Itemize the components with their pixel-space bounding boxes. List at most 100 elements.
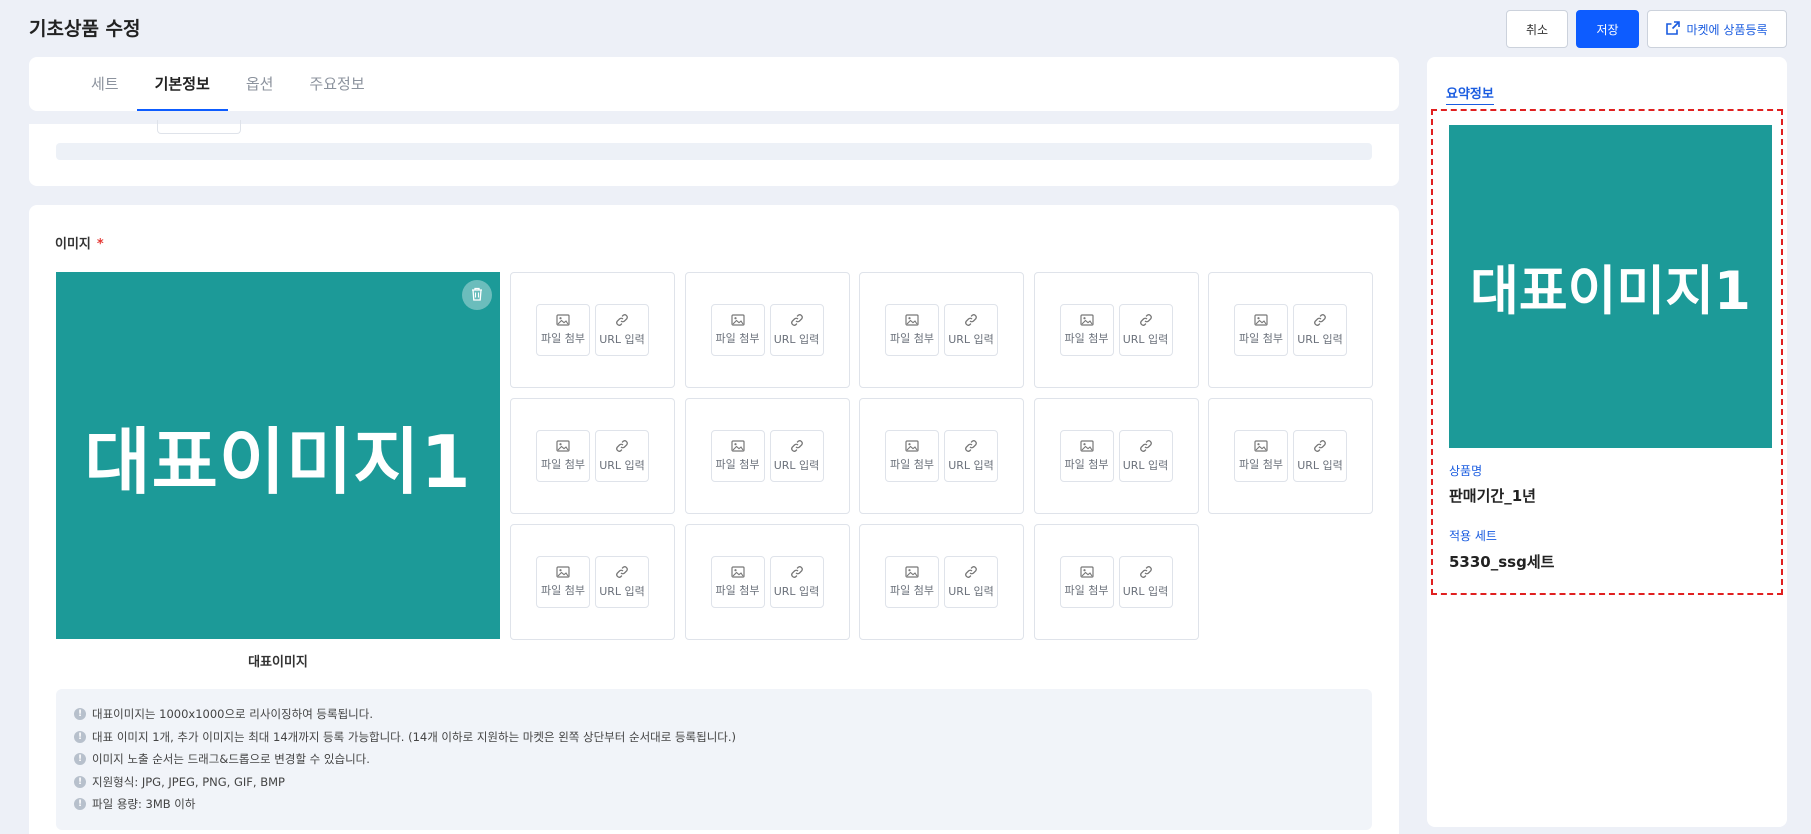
url-input-button[interactable]: URL 입력: [944, 430, 998, 482]
url-input-button[interactable]: URL 입력: [1118, 304, 1173, 356]
link-icon: [790, 439, 804, 453]
image-icon: [556, 440, 570, 452]
link-icon: [790, 565, 804, 579]
image-icon: [730, 440, 745, 452]
image-icon: [905, 314, 919, 326]
image-icon: [1254, 314, 1268, 326]
file-attach-button[interactable]: 파일 첨부: [710, 430, 765, 482]
file-attach-label: 파일 첨부: [715, 584, 760, 597]
file-attach-label: 파일 첨부: [1064, 584, 1109, 597]
file-attach-button[interactable]: 파일 첨부: [536, 556, 590, 608]
summary-panel: 요약정보 대표이미지1 상품명 판매기간_1년 적용 세트 5330_ssg세트: [1427, 57, 1787, 827]
page-title: 기초상품 수정: [29, 18, 141, 40]
file-attach-label: 파일 첨부: [541, 332, 585, 345]
image-slot: 파일 첨부 URL 입력: [859, 398, 1024, 514]
url-input-button[interactable]: URL 입력: [769, 430, 824, 482]
additional-image-grid: 파일 첨부 URL 입력 파일 첨부 URL 입력 파일 첨부 URL 입력 파일 첨부 UR…: [510, 272, 1373, 640]
image-slot: 파일 첨부 URL 입력: [859, 272, 1024, 388]
link-icon: [1139, 439, 1153, 453]
image-slot: 파일 첨부 URL 입력: [1033, 524, 1199, 640]
url-input-button[interactable]: URL 입력: [1293, 304, 1347, 356]
info-icon: !: [74, 708, 86, 721]
link-icon: [1139, 313, 1153, 327]
info-icon: !: [74, 753, 86, 766]
image-icon: [556, 566, 570, 578]
file-attach-label: 파일 첨부: [890, 458, 934, 471]
url-input-button[interactable]: URL 입력: [595, 304, 649, 356]
url-input-button[interactable]: URL 입력: [944, 556, 998, 608]
file-attach-label: 파일 첨부: [541, 584, 585, 597]
required-mark: *: [96, 237, 104, 252]
file-attach-button[interactable]: 파일 첨부: [1059, 304, 1114, 356]
file-attach-button[interactable]: 파일 첨부: [885, 556, 939, 608]
file-attach-button[interactable]: 파일 첨부: [536, 304, 590, 356]
file-attach-button[interactable]: 파일 첨부: [1059, 430, 1114, 482]
url-input-label: URL 입력: [1122, 459, 1169, 472]
link-icon: [964, 439, 978, 453]
url-input-label: URL 입력: [1122, 585, 1169, 598]
info-bar: [56, 143, 1372, 160]
file-attach-label: 파일 첨부: [1239, 332, 1283, 345]
tab-set[interactable]: 세트: [73, 57, 137, 111]
tab-basic-info[interactable]: 기본정보: [136, 57, 229, 111]
top-bar: 기초상품 수정 취소 저장 마켓에 상품등록: [0, 0, 1811, 56]
link-icon: [615, 313, 629, 327]
url-input-label: URL 입력: [773, 459, 820, 472]
file-attach-button[interactable]: 파일 첨부: [1234, 304, 1288, 356]
url-input-button[interactable]: URL 입력: [595, 556, 649, 608]
url-input-label: URL 입력: [948, 333, 994, 346]
market-register-label: 마켓에 상품등록: [1686, 22, 1768, 37]
link-icon: [964, 565, 978, 579]
file-attach-button[interactable]: 파일 첨부: [710, 304, 765, 356]
file-attach-button[interactable]: 파일 첨부: [885, 430, 939, 482]
image-slot: 파일 첨부 URL 입력: [1033, 398, 1199, 514]
url-input-button[interactable]: URL 입력: [1118, 430, 1173, 482]
link-icon: [1313, 439, 1327, 453]
url-input-label: URL 입력: [599, 585, 645, 598]
image-section-label: 이미지 *: [55, 233, 104, 252]
file-attach-button[interactable]: 파일 첨부: [1059, 556, 1114, 608]
link-icon: [1313, 313, 1327, 327]
file-attach-button[interactable]: 파일 첨부: [885, 304, 939, 356]
image-icon: [1079, 440, 1094, 452]
summary-highlight-box: 대표이미지1 상품명 판매기간_1년 적용 세트 5330_ssg세트: [1431, 109, 1783, 595]
main-image-text: 대표이미지1: [84, 420, 472, 504]
link-icon: [790, 313, 804, 327]
image-icon: [905, 440, 919, 452]
notice-item: ! 지원형식: JPG, JPEG, PNG, GIF, BMP: [74, 771, 1354, 794]
image-slot: 파일 첨부 URL 입력: [510, 524, 675, 640]
url-input-button[interactable]: URL 입력: [769, 556, 824, 608]
url-input-button[interactable]: URL 입력: [769, 304, 824, 356]
save-button[interactable]: 저장: [1576, 10, 1639, 48]
url-input-button[interactable]: URL 입력: [595, 430, 649, 482]
delete-image-button[interactable]: [462, 280, 492, 310]
tab-main-info[interactable]: 주요정보: [291, 57, 382, 111]
url-input-button[interactable]: URL 입력: [944, 304, 998, 356]
product-name-value: 판매기간_1년: [1449, 487, 1536, 505]
file-attach-label: 파일 첨부: [541, 458, 585, 471]
file-attach-label: 파일 첨부: [890, 332, 934, 345]
main-image[interactable]: 대표이미지1: [56, 272, 500, 639]
trash-icon: [470, 286, 484, 305]
url-input-label: URL 입력: [1297, 333, 1343, 346]
image-slot: 파일 첨부 URL 입력: [1208, 272, 1373, 388]
file-attach-button[interactable]: 파일 첨부: [536, 430, 590, 482]
url-input-button[interactable]: URL 입력: [1118, 556, 1173, 608]
applied-set-value: 5330_ssg세트: [1449, 553, 1555, 571]
image-slot: 파일 첨부 URL 입력: [684, 524, 850, 640]
notice-item: ! 파일 용량: 3MB 이하: [74, 793, 1354, 816]
image-slot: 파일 첨부 URL 입력: [1208, 398, 1373, 514]
file-attach-button[interactable]: 파일 첨부: [710, 556, 765, 608]
image-slot: 파일 첨부 URL 입력: [1033, 272, 1199, 388]
link-icon: [615, 439, 629, 453]
file-attach-label: 파일 첨부: [1239, 458, 1283, 471]
market-register-button[interactable]: 마켓에 상품등록: [1647, 10, 1787, 48]
tab-options[interactable]: 옵션: [228, 57, 292, 111]
cancel-button[interactable]: 취소: [1506, 10, 1568, 48]
image-icon: [730, 566, 745, 578]
url-input-button[interactable]: URL 입력: [1293, 430, 1347, 482]
truncated-input[interactable]: [157, 120, 241, 134]
file-attach-button[interactable]: 파일 첨부: [1234, 430, 1288, 482]
url-input-label: URL 입력: [599, 459, 645, 472]
image-notice-box: ! 대표이미지는 1000x1000으로 리사이징하여 등록됩니다. ! 대표 이미…: [56, 689, 1372, 830]
